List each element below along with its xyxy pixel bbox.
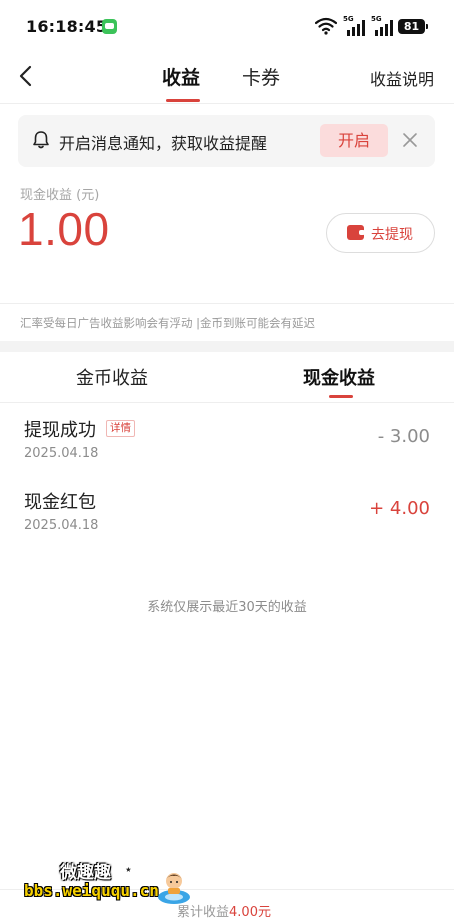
wifi-icon xyxy=(315,17,337,35)
balance-label: 现金收益 (元) xyxy=(20,188,100,203)
cell-signal-icon: 5G xyxy=(343,15,367,36)
earnings-help-link[interactable]: 收益说明 xyxy=(370,66,434,90)
history-range-note: 系统仅展示最近30天的收益 xyxy=(147,600,307,615)
section-separator xyxy=(0,341,454,352)
network-type-label: 5G xyxy=(343,15,354,23)
tab-cash-earnings[interactable]: 现金收益 xyxy=(303,364,375,390)
record-title: 提现成功 xyxy=(24,420,96,441)
battery-indicator: 81 xyxy=(398,19,428,34)
total-earnings-label: 累计收益 xyxy=(177,905,230,920)
withdraw-label: 去提现 xyxy=(371,227,413,243)
list-item[interactable]: 现金红包 2025.04.18 + 4.00 xyxy=(0,488,454,560)
tab-earnings[interactable]: 收益 xyxy=(162,63,200,90)
enable-notification-button[interactable]: 开启 xyxy=(320,124,388,157)
active-tab-indicator xyxy=(166,99,200,102)
record-amount: + 4.00 xyxy=(369,498,430,519)
list-item[interactable]: 提现成功 详情 2025.04.18 - 3.00 xyxy=(0,416,454,488)
network-type-label: 5G xyxy=(371,15,382,23)
status-bar: 16:18:45 5G 5G 81 xyxy=(0,0,454,52)
active-tab-indicator xyxy=(329,395,353,398)
back-arrow-icon[interactable] xyxy=(14,62,40,90)
bell-icon xyxy=(33,131,49,149)
record-date: 2025.04.18 xyxy=(24,518,99,533)
watermark-mascot-icon xyxy=(158,873,190,904)
top-nav: 收益 卡券 收益说明 xyxy=(0,52,454,102)
record-title: 现金红包 xyxy=(24,492,96,513)
notification-banner: 开启消息通知，获取收益提醒 开启 xyxy=(18,115,435,167)
tab-coin-earnings[interactable]: 金币收益 xyxy=(76,364,148,390)
tab-coupons[interactable]: 卡券 xyxy=(242,63,280,90)
record-detail-tag[interactable]: 详情 xyxy=(106,420,135,437)
record-date: 2025.04.18 xyxy=(24,446,99,461)
total-earnings-value: 4.00元 xyxy=(229,905,271,920)
balance-amount: 1.00 xyxy=(18,203,110,255)
close-icon[interactable] xyxy=(401,131,419,149)
notification-text: 开启消息通知，获取收益提醒 xyxy=(59,134,268,153)
divider xyxy=(0,103,454,104)
cell-signal-icon: 5G xyxy=(371,15,395,36)
divider xyxy=(0,402,454,403)
record-amount: - 3.00 xyxy=(377,426,430,447)
watermark-url: bbs.weiququ.cn xyxy=(24,881,159,900)
exchange-rate-disclaimer: 汇率受每日广告收益影响会有浮动 |金币到账可能会有延迟 xyxy=(20,316,316,330)
watermark-title: 微趣趣 xyxy=(60,863,111,883)
divider xyxy=(0,303,454,304)
message-icon xyxy=(102,19,117,34)
withdraw-button[interactable]: 去提现 xyxy=(326,213,435,253)
status-time: 16:18:45 xyxy=(26,17,108,36)
watermark-star: ⋆ xyxy=(124,862,133,878)
wallet-icon xyxy=(347,225,365,240)
